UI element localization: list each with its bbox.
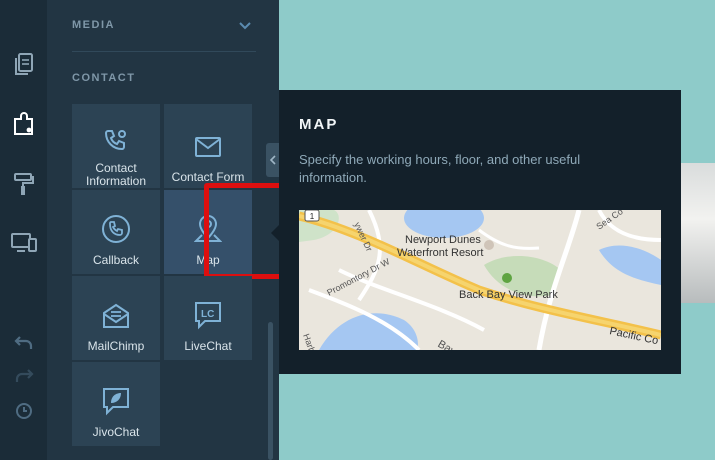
background-photo xyxy=(681,163,715,303)
tile-label: LiveChat xyxy=(184,339,232,353)
widget-livechat[interactable]: LC LiveChat xyxy=(164,276,252,360)
popover-title: MAP xyxy=(299,116,339,133)
tile-label: JivoChat xyxy=(92,425,140,439)
tile-label: Contact Information xyxy=(85,161,147,188)
tile-label: MailChimp xyxy=(87,339,145,353)
phone-pin-icon xyxy=(103,118,129,156)
panel-scrollbar[interactable] xyxy=(268,322,273,460)
design-icon[interactable] xyxy=(0,162,47,206)
left-rail xyxy=(0,0,47,460)
popover-description: Specify the working hours, floor, and ot… xyxy=(299,152,581,185)
widget-contact-form[interactable]: Contact Form xyxy=(164,104,252,188)
svg-text:LC: LC xyxy=(201,309,214,320)
widget-preview-popover: MAP Specify the working hours, floor, an… xyxy=(279,90,681,374)
redo-icon[interactable] xyxy=(0,364,47,388)
section-title-media[interactable]: MEDIA xyxy=(72,19,115,31)
map-preview: 1 Newport Dunes Waterfront Resort Back B… xyxy=(299,210,661,350)
pages-icon[interactable] xyxy=(0,42,47,86)
section-divider xyxy=(72,51,256,52)
mail-icon xyxy=(101,290,131,330)
map-label: 1 xyxy=(310,212,315,221)
chevron-down-icon[interactable] xyxy=(239,17,251,35)
apps-icon[interactable] xyxy=(0,101,47,145)
undo-icon[interactable] xyxy=(0,331,47,355)
envelope-icon xyxy=(194,118,222,158)
widgets-panel: MEDIA CONTACT Contact Information Contac… xyxy=(47,0,307,460)
phone-circle-icon xyxy=(101,204,131,244)
map-label: Back Bay View Park xyxy=(459,289,558,301)
tile-label: Callback xyxy=(92,253,140,267)
widget-callback[interactable]: Callback xyxy=(72,190,160,274)
widget-mailchimp[interactable]: MailChimp xyxy=(72,276,160,360)
section-title-contact: CONTACT xyxy=(72,72,136,84)
chevron-left-icon xyxy=(269,155,276,165)
widget-contact-information[interactable]: Contact Information xyxy=(72,104,160,188)
widget-jivochat[interactable]: JivoChat xyxy=(72,362,160,446)
map-label: Waterfront Resort xyxy=(397,247,483,259)
chat-bubble-icon: LC xyxy=(193,290,223,330)
history-icon[interactable] xyxy=(0,399,47,423)
popover-arrow xyxy=(271,225,279,241)
collapse-panel-button[interactable] xyxy=(266,143,279,177)
leaf-chat-icon xyxy=(101,376,131,416)
devices-icon[interactable] xyxy=(0,221,47,265)
map-label: Newport Dunes xyxy=(405,234,481,246)
